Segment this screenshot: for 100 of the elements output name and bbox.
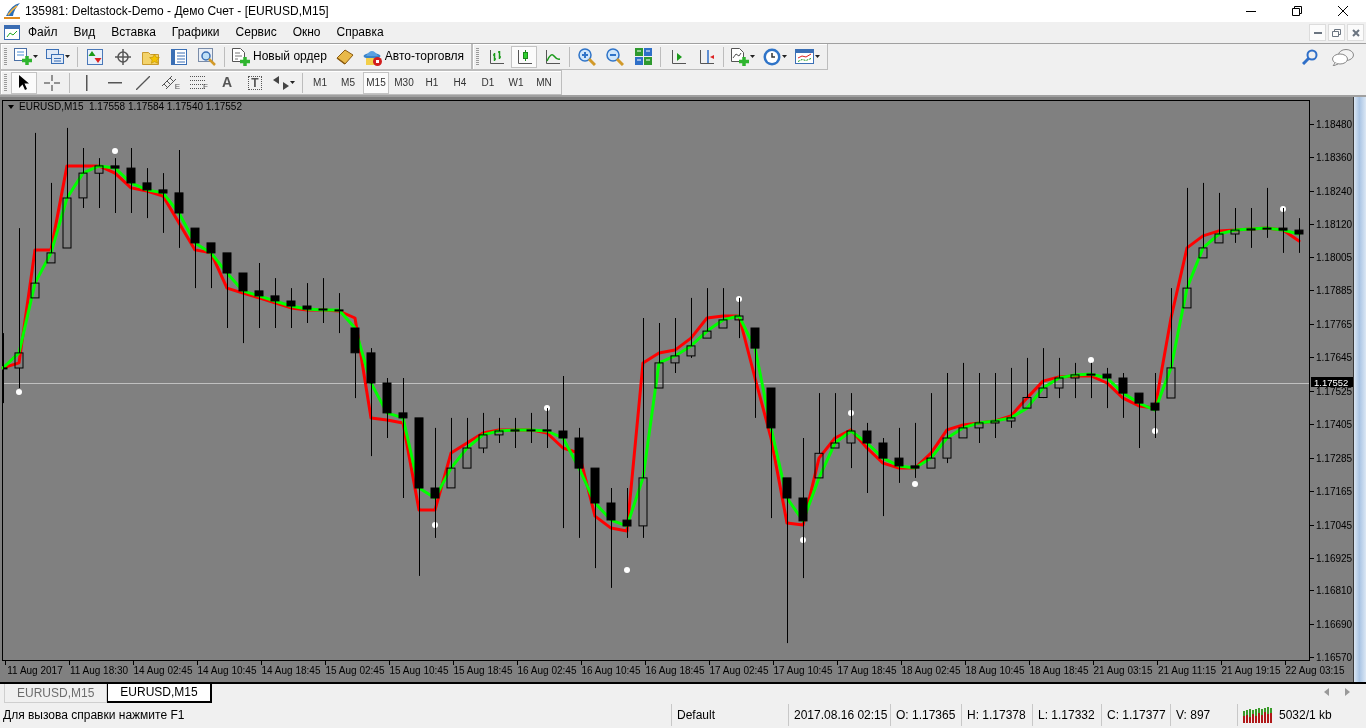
arrows-window-icon <box>87 48 103 65</box>
data-point <box>1280 206 1286 213</box>
x-axis-label: 15 Aug 10:45 <box>389 665 449 676</box>
candlestick <box>990 372 1000 439</box>
candlestick <box>1038 347 1048 399</box>
menu-item[interactable]: Графики <box>163 23 228 42</box>
menu-item[interactable]: Файл <box>20 23 66 42</box>
chart-tab[interactable]: EURUSD,M15 <box>4 684 108 703</box>
y-axis-label: 1.16570 <box>1316 652 1353 663</box>
data-point <box>800 536 806 543</box>
candlestick <box>270 277 280 329</box>
menu-item[interactable]: Сервис <box>227 23 285 42</box>
menu-item[interactable]: Вставка <box>103 23 164 42</box>
restore-icon <box>1292 6 1302 16</box>
close-button[interactable] <box>1347 24 1364 41</box>
diagonal-line-icon <box>136 75 150 90</box>
data-point <box>912 481 918 487</box>
minimize-icon <box>1313 31 1322 34</box>
candlestick <box>446 417 456 489</box>
candlestick <box>110 157 120 214</box>
vertical-scrollbar[interactable] <box>1353 97 1366 682</box>
candlestick <box>974 372 984 444</box>
document-plus-icon <box>14 48 32 65</box>
timeframe-button[interactable]: W1 <box>503 71 529 94</box>
bar-time: 2017.08.16 02:15 <box>794 707 888 723</box>
timeframe-button[interactable]: D1 <box>475 71 501 94</box>
menu-item[interactable]: Справка <box>328 23 392 42</box>
y-axis-label: 1.16690 <box>1316 619 1353 630</box>
candlestick <box>478 412 488 454</box>
toolbar-grip[interactable] <box>476 47 480 66</box>
dropdown-triangle-icon[interactable] <box>8 105 14 109</box>
data-point <box>736 296 742 302</box>
toolbar-grip[interactable] <box>4 47 7 66</box>
candlestick <box>350 327 360 399</box>
chart-title: EURUSD,M15 1.17558 1.17584 1.17540 1.17552 <box>19 101 242 112</box>
ref-line-label: 1.17552 <box>1314 376 1349 388</box>
menu-item[interactable]: Вид <box>65 23 104 42</box>
x-axis-label: 15 Aug 18:45 <box>453 665 513 676</box>
menu-item[interactable]: Окно <box>284 23 329 42</box>
sail-icon[interactable] <box>4 3 20 19</box>
dotted-lines-icon <box>190 76 206 89</box>
candlestick <box>238 272 248 344</box>
list-window-icon <box>171 48 187 65</box>
timeframe-button[interactable]: M15 <box>363 71 389 94</box>
y-axis-label: 1.17525 <box>1316 386 1353 397</box>
timeframe-button[interactable]: H4 <box>447 71 473 94</box>
x-axis-label: 17 Aug 02:45 <box>709 665 769 676</box>
y-axis-label: 1.17285 <box>1316 453 1353 464</box>
new-chart-button[interactable] <box>11 45 41 68</box>
text-button[interactable]: A <box>214 71 240 94</box>
toolbar-grip[interactable] <box>4 73 7 92</box>
x-axis-label: 18 Aug 02:45 <box>901 665 961 676</box>
cursor-button[interactable] <box>11 71 37 94</box>
data-point <box>848 409 854 416</box>
horizontal-line-icon <box>108 81 122 84</box>
document-plus-icon <box>731 47 750 66</box>
restore-icon <box>1332 28 1341 37</box>
candlestick <box>654 322 664 389</box>
autotrading-button[interactable]: Авто-торговля <box>359 45 468 68</box>
candlestick <box>718 287 728 329</box>
chart-tab[interactable]: EURUSD,M15 <box>107 684 212 703</box>
candlestick <box>1150 372 1160 439</box>
candlestick <box>1102 367 1112 409</box>
chat-button[interactable] <box>1329 46 1357 68</box>
candlestick-chart-button[interactable] <box>511 45 538 68</box>
y-axis-label: 1.18240 <box>1316 186 1353 197</box>
new-order-button[interactable]: Новый ордер <box>229 45 330 68</box>
candlestick <box>542 407 552 449</box>
timeframe-button[interactable]: MN <box>531 71 557 94</box>
candlestick <box>1054 357 1064 399</box>
minimize-button[interactable] <box>1309 24 1326 41</box>
document-plus-icon <box>232 47 250 66</box>
channel-button[interactable]: E <box>158 71 184 94</box>
candlestick <box>862 422 872 494</box>
close-icon <box>1338 6 1348 16</box>
candlestick <box>78 147 88 209</box>
candlestick <box>670 317 680 374</box>
timeframe-button[interactable]: H1 <box>419 71 445 94</box>
candlestick <box>526 412 536 444</box>
zoom-out-icon <box>606 47 625 66</box>
candlestick <box>254 262 264 329</box>
timeframe-button[interactable]: M30 <box>391 71 417 94</box>
caret-icon <box>782 55 788 58</box>
timeframe-button[interactable]: M5 <box>335 71 361 94</box>
data-point <box>1152 428 1158 434</box>
y-axis-label: 1.16925 <box>1316 553 1353 564</box>
y-axis-label: 1.18120 <box>1316 219 1353 230</box>
text-label-button[interactable]: T <box>242 71 268 94</box>
timeframe-button[interactable]: M1 <box>307 71 333 94</box>
candlestick <box>734 297 744 339</box>
x-axis-label: 11 Aug 2017 <box>7 665 63 676</box>
x-axis-label: 14 Aug 10:45 <box>197 665 257 676</box>
candlestick <box>302 282 312 324</box>
candlestick <box>318 277 328 324</box>
x-axis-label: 16 Aug 02:45 <box>517 665 577 676</box>
candlestick <box>158 172 168 234</box>
candlestick <box>142 167 152 219</box>
y-axis-label: 1.17885 <box>1316 285 1353 296</box>
y-axis-label: 1.17405 <box>1316 419 1353 430</box>
chart-window-icon[interactable] <box>4 25 20 40</box>
